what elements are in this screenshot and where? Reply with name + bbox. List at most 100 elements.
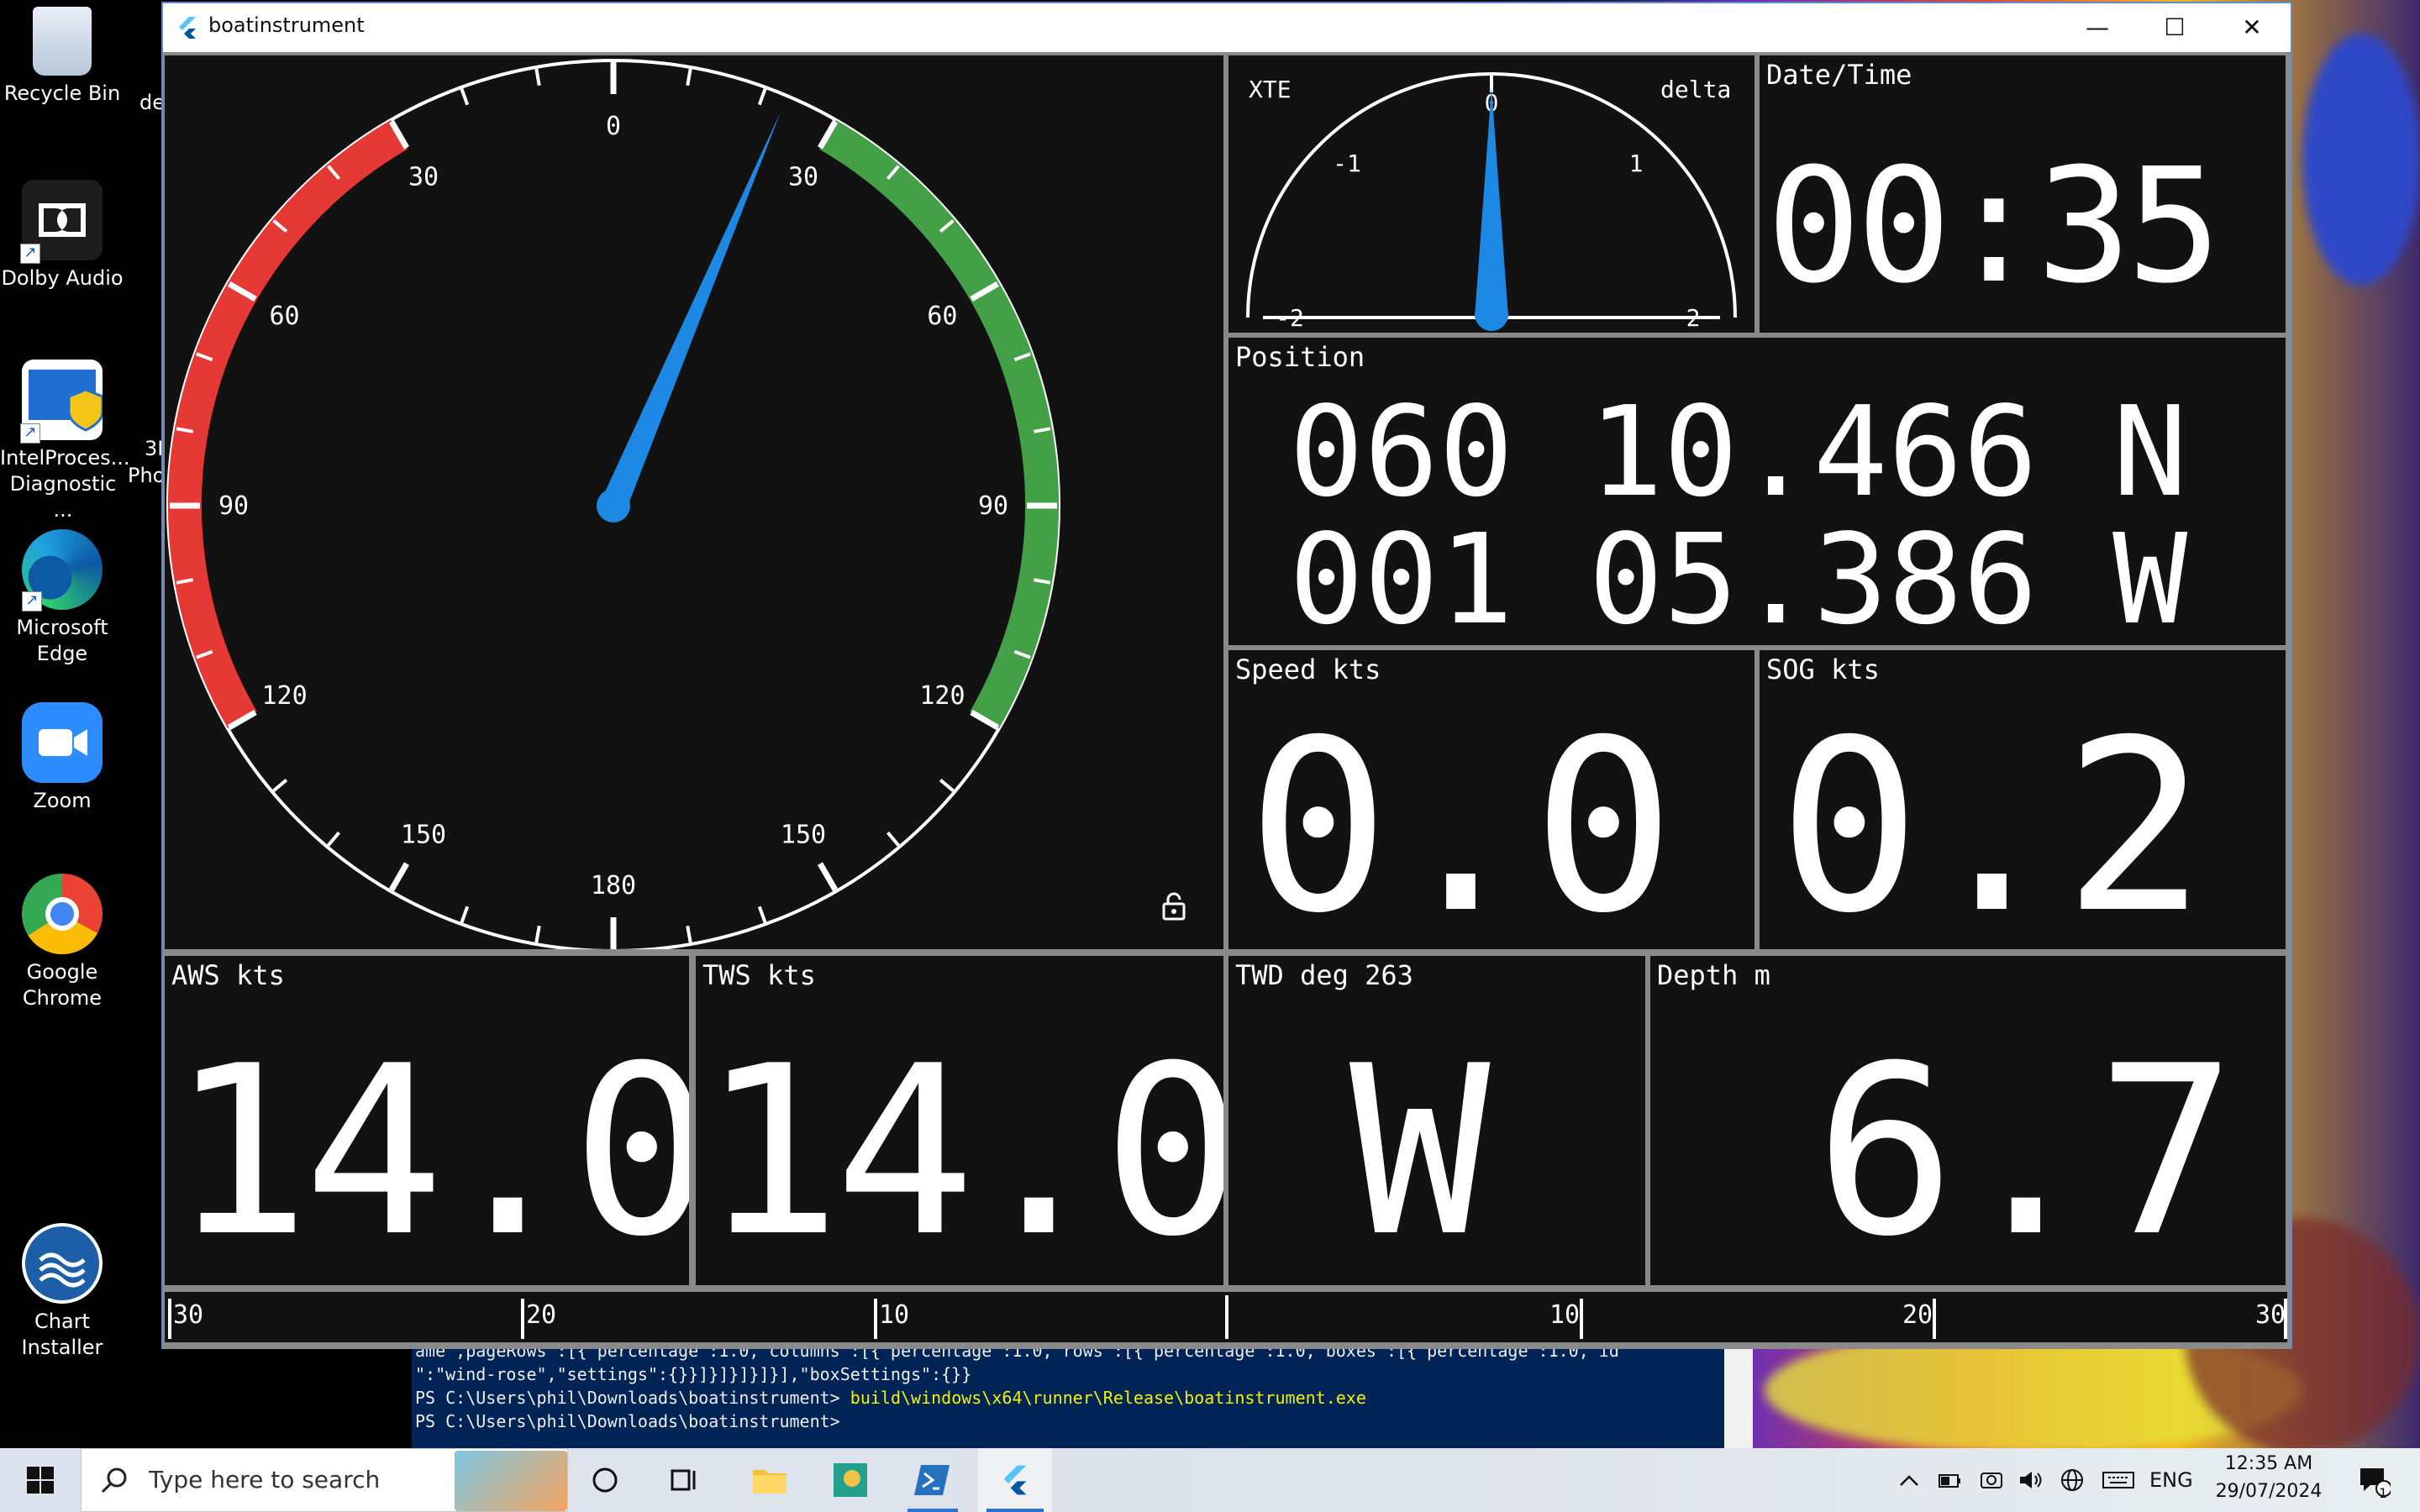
desktop-icon-label: Dolby Audio (1, 266, 124, 290)
task-view-icon (671, 1469, 696, 1491)
chrome-icon (22, 874, 103, 954)
desktop-icon-intel-diagnostic[interactable]: ↗ IntelProces... Diagnostic ... (0, 360, 130, 523)
shortcut-arrow-icon: ↗ (20, 244, 40, 264)
depth-box[interactable]: Depth m 6.7 (1650, 956, 2286, 1285)
search-highlight-image (455, 1451, 567, 1511)
strip-tick (2284, 1299, 2287, 1339)
cortana-button[interactable] (568, 1448, 642, 1512)
wind-needle-hub (597, 489, 630, 522)
console-scrollbar[interactable] (1724, 1347, 1753, 1448)
folder-icon (753, 1470, 786, 1494)
maximize-button[interactable]: ☐ (2136, 3, 2213, 52)
gauge-scale-label: 30 (788, 163, 818, 192)
task-view-button[interactable] (647, 1448, 721, 1512)
xte-box[interactable]: 0-11-22 XTE delta (1228, 55, 1754, 333)
speed-label: Speed kts (1235, 654, 1381, 685)
app-button-map[interactable] (813, 1448, 887, 1512)
zoom-icon (22, 702, 103, 783)
flutter-app-button[interactable] (978, 1448, 1052, 1512)
sog-label: SOG kts (1766, 654, 1880, 685)
minimize-button[interactable]: — (2059, 3, 2136, 52)
datetime-box[interactable]: Date/Time 00:35 (1760, 55, 2286, 333)
strip-tick (521, 1299, 524, 1339)
aws-box[interactable]: AWS kts 14.0 (165, 956, 689, 1285)
desktop-icon-microsoft-edge[interactable]: ↗ Microsoft Edge (0, 529, 124, 667)
xte-tick-label: -2 (1276, 304, 1304, 332)
aws-label: AWS kts (171, 959, 285, 991)
wind-gauge-box[interactable]: 0 30 30 60 60 90 90 120 120 150 150 180 (165, 55, 1223, 949)
datetime-value: 00:35 (1766, 134, 2222, 318)
clock[interactable]: 12:35 AM 29/07/2024 (2210, 1453, 2328, 1502)
language-indicator[interactable]: ENG (2149, 1468, 2193, 1492)
clock-date: 29/07/2024 (2215, 1481, 2323, 1502)
position-box[interactable]: Position 060 10.466 N 001 05.386 W (1228, 338, 2286, 645)
desktop-icon-label: Chart Installer (21, 1310, 103, 1359)
gauge-tick (886, 831, 900, 847)
gauge-scale-label: 150 (401, 820, 446, 849)
sog-box[interactable]: SOG kts 0.2 (1760, 650, 2286, 949)
battery-plug-icon (1939, 1474, 1960, 1488)
desktop-icon-zoom[interactable]: Zoom (0, 702, 124, 814)
tws-value: 14.0 (701, 1016, 1223, 1285)
gauge-tick (460, 906, 470, 923)
port-arc (168, 120, 408, 728)
taskbar-search-input[interactable]: Type here to search (81, 1448, 568, 1512)
close-button[interactable]: ✕ (2213, 3, 2291, 52)
powershell-button[interactable] (896, 1448, 970, 1512)
taskbar: Type here to search ENG 12:35 AM 29/07/2… (0, 1448, 2420, 1512)
depth-label: Depth m (1657, 959, 1770, 991)
meet-now-tray-button[interactable] (1975, 1448, 2008, 1512)
lock-icon[interactable] (1161, 892, 1186, 921)
start-button[interactable] (0, 1448, 81, 1512)
position-latitude: 060 10.466 N (1289, 380, 2188, 524)
tws-box[interactable]: TWS kts 14.0 (696, 956, 1223, 1285)
powershell-icon (914, 1465, 950, 1495)
strip-center-tick (1225, 1295, 1228, 1339)
strip-label: 20 (526, 1300, 557, 1330)
rudder-strip[interactable]: 30 20 10 10 20 30 (165, 1292, 2287, 1342)
network-tray-button[interactable] (2055, 1448, 2089, 1512)
gauge-tick (686, 68, 692, 87)
dolby-icon: ↗ (20, 180, 103, 264)
show-hidden-icons-button[interactable] (1892, 1448, 1926, 1512)
position-longitude: 001 05.386 W (1289, 507, 2188, 645)
wallpaper-accent (2302, 34, 2420, 286)
gauge-scale-label: 120 (919, 681, 965, 711)
desktop-icon-dolby-audio[interactable]: ↗ Dolby Audio (0, 180, 124, 291)
twd-label: TWD deg 263 (1235, 959, 1413, 991)
twd-box[interactable]: TWD deg 263 W (1228, 956, 1645, 1285)
chevron-up-icon (1900, 1475, 1918, 1486)
strip-label: 10 (1549, 1300, 1581, 1330)
speaker-icon (2020, 1472, 2042, 1488)
shortcut-arrow-icon: ↗ (20, 423, 40, 444)
xte-tick-label: 2 (1686, 304, 1701, 332)
gauge-tick (817, 862, 839, 892)
gauge-tick (757, 88, 767, 106)
console-line: ame",pageRows":[{"percentage":1.0,"colum… (415, 1347, 1619, 1361)
desktop-icon-chart-installer[interactable]: Chart Installer (0, 1223, 124, 1361)
volume-tray-button[interactable] (2013, 1448, 2047, 1512)
battery-tray-button[interactable] (1933, 1448, 1966, 1512)
flutter-logo-icon (1003, 1465, 1027, 1495)
powershell-console[interactable]: ame",pageRows":[{"percentage":1.0,"colum… (412, 1347, 1728, 1448)
desktop-icon-label: Google Chrome (22, 960, 103, 1010)
camera-icon (1981, 1473, 2002, 1488)
search-placeholder: Type here to search (149, 1466, 381, 1494)
keyboard-tray-button[interactable] (2097, 1448, 2139, 1512)
notification-center-button[interactable]: 1 (2344, 1448, 2403, 1512)
speed-value: 0.0 (1247, 689, 1676, 949)
desktop-partial-label: Pho (128, 464, 166, 487)
desktop-icon-google-chrome[interactable]: Google Chrome (0, 874, 124, 1011)
title-bar[interactable]: boatinstrument — ☐ ✕ (163, 3, 2291, 52)
running-indicator (908, 1509, 958, 1512)
instrument-grid: 0 30 30 60 60 90 90 120 120 150 150 180 0 -1 1 -2 2 XTE… (163, 52, 2291, 1349)
gauge-tick (327, 831, 340, 847)
speed-box[interactable]: Speed kts 0.0 (1228, 650, 1754, 949)
keyboard-icon (2102, 1472, 2134, 1488)
desktop-icon-label: Zoom (33, 789, 92, 812)
desktop-partial-label: 3I (145, 437, 164, 460)
file-explorer-button[interactable] (733, 1448, 807, 1512)
desktop-icon-recycle-bin[interactable]: Recycle Bin (0, 7, 124, 107)
gauge-scale-label: 90 (218, 491, 249, 521)
xte-tick-label: -1 (1333, 150, 1361, 177)
